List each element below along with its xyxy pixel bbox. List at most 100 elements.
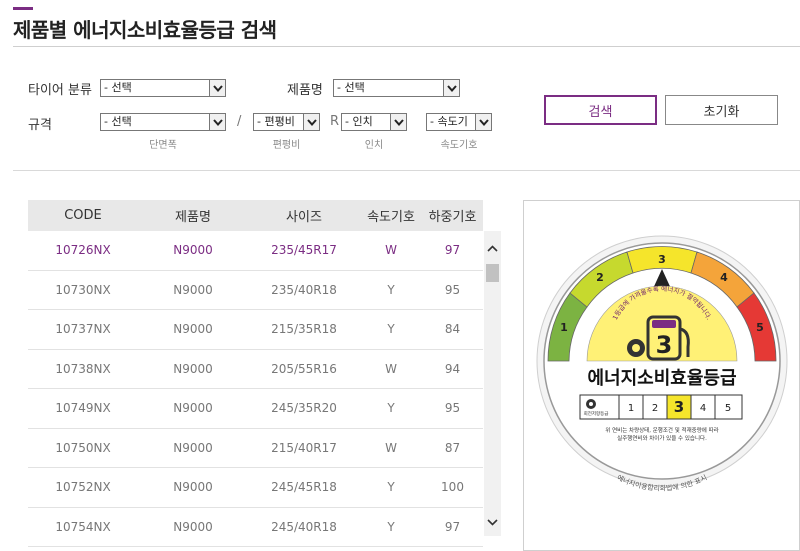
cell-load: 100: [441, 480, 464, 495]
table-row[interactable]: 10750NX N9000 215/40R17 W 87: [28, 429, 483, 468]
header-size[interactable]: 사이즈: [248, 200, 360, 231]
cell-code: 10749NX: [55, 401, 111, 416]
cell-speed: W: [385, 243, 397, 258]
table-row[interactable]: 10737NX N9000 215/35R18 Y 84: [28, 310, 483, 350]
product-name-select[interactable]: - 선택: [333, 79, 460, 97]
cell-code: 10730NX: [55, 282, 111, 297]
cell-speed: Y: [387, 401, 395, 416]
cell-load: 87: [444, 440, 461, 455]
scale-grade-4: 4: [700, 403, 706, 414]
speed-select-value: - 속도기: [430, 115, 468, 128]
scale-grade-2: 2: [652, 403, 658, 414]
header-load-index[interactable]: 하중기호: [422, 200, 483, 231]
table-scrollbar[interactable]: [484, 231, 501, 536]
chevron-down-icon: [475, 114, 491, 130]
chevron-down-icon: [303, 114, 319, 130]
energy-label-graphic: 1 2 3 4 5 1등급에 가까울수록 에너지가 절약됩니다. 3 에너지소비…: [536, 235, 788, 493]
r-separator: R: [330, 114, 340, 129]
cell-product-name: N9000: [173, 480, 213, 495]
width-select[interactable]: - 선택: [100, 113, 226, 131]
cell-speed: Y: [387, 519, 395, 534]
arc-grade-5: 5: [756, 321, 764, 334]
scale-grade-5: 5: [725, 403, 731, 414]
cell-size: 215/40R17: [271, 440, 337, 455]
cell-code: 10726NX: [55, 243, 111, 258]
header-product-name[interactable]: 제품명: [138, 200, 248, 231]
cell-speed: Y: [387, 480, 395, 495]
table-row[interactable]: 10730NX N9000 235/40R18 Y 95: [28, 271, 483, 310]
tire-class-select-value: - 선택: [104, 81, 132, 94]
width-caption: 단면폭: [149, 140, 177, 151]
slash-separator: /: [237, 114, 242, 129]
table-row[interactable]: 10726NX N9000 235/45R17 W 97: [28, 231, 483, 271]
cell-code: 10738NX: [55, 361, 111, 376]
cell-product-name: N9000: [173, 361, 213, 376]
reset-button[interactable]: 초기화: [665, 95, 778, 125]
tire-class-label: 타이어 분류: [28, 83, 92, 98]
cell-speed: W: [385, 440, 397, 455]
cell-load: 84: [444, 322, 461, 337]
product-name-select-value: - 선택: [337, 81, 365, 94]
chevron-down-icon: [209, 80, 225, 96]
tire-class-select[interactable]: - 선택: [100, 79, 226, 97]
speed-select[interactable]: - 속도기: [426, 113, 492, 131]
table-header: CODE 제품명 사이즈 속도기호 하중기호: [28, 200, 483, 231]
chevron-down-icon: [209, 114, 225, 130]
chevron-up-icon[interactable]: [484, 241, 501, 255]
cell-product-name: N9000: [173, 401, 213, 416]
scrollbar-thumb[interactable]: [486, 264, 499, 282]
cell-product-name: N9000: [173, 440, 213, 455]
aspect-select[interactable]: - 편평비: [253, 113, 320, 131]
cell-load: 97: [444, 519, 461, 534]
energy-label-title: 에너지소비효율등급: [587, 368, 736, 389]
header-speed-symbol[interactable]: 속도기호: [360, 200, 422, 231]
label-note-line1: 위 연비는 차량상태, 운행조건 및 적재중량에 따라: [605, 426, 718, 434]
results-table: CODE 제품명 사이즈 속도기호 하중기호 10726NX N9000 235…: [28, 200, 503, 551]
inch-select-value: - 인치: [345, 115, 373, 128]
cell-load: 95: [444, 401, 461, 416]
chevron-down-icon[interactable]: [484, 515, 501, 529]
cell-size: 215/35R18: [271, 322, 337, 337]
label-note-line2: 실주행연비와 차이가 있을 수 있습니다.: [617, 434, 707, 442]
cell-product-name: N9000: [173, 322, 213, 337]
cell-product-name: N9000: [173, 282, 213, 297]
arc-grade-2: 2: [596, 271, 604, 284]
inch-select[interactable]: - 인치: [341, 113, 407, 131]
cell-speed: Y: [387, 322, 395, 337]
page-title: 제품별 에너지소비효율등급 검색: [13, 18, 277, 42]
header-code[interactable]: CODE: [28, 200, 138, 231]
cell-speed: W: [385, 361, 397, 376]
grade-value: 3: [656, 331, 673, 359]
scale-prefix: 회전저항등급: [584, 410, 609, 417]
page-header: 제품별 에너지소비효율등급 검색: [0, 0, 800, 50]
cell-code: 10737NX: [55, 322, 111, 337]
cell-product-name: N9000: [173, 519, 213, 534]
table-row[interactable]: 10752NX N9000 245/45R18 Y 100: [28, 468, 483, 508]
cell-size: 245/45R18: [271, 480, 337, 495]
speed-caption: 속도기호: [440, 140, 478, 151]
arc-grade-1: 1: [560, 321, 568, 334]
cell-load: 97: [444, 243, 461, 258]
search-button[interactable]: 검색: [544, 95, 657, 125]
cell-code: 10754NX: [55, 519, 111, 534]
product-name-label: 제품명: [287, 83, 323, 98]
cell-size: 245/35R20: [271, 401, 337, 416]
arc-grade-3: 3: [658, 253, 666, 266]
cell-size: 205/55R16: [271, 361, 337, 376]
table-row[interactable]: 10749NX N9000 245/35R20 Y 95: [28, 389, 483, 429]
arc-grade-4: 4: [720, 271, 728, 284]
cell-speed: Y: [387, 282, 395, 297]
aspect-select-value: - 편평비: [257, 115, 295, 128]
cell-product-name: N9000: [173, 243, 213, 258]
cell-size: 235/45R17: [271, 243, 337, 258]
cell-code: 10750NX: [55, 440, 111, 455]
cell-size: 245/40R18: [271, 519, 337, 534]
scale-grade-3: 3: [674, 398, 684, 416]
table-row[interactable]: 10738NX N9000 205/55R16 W 94: [28, 350, 483, 389]
width-select-value: - 선택: [104, 115, 132, 128]
table-body: 10726NX N9000 235/45R17 W 97 10730NX N90…: [28, 231, 483, 547]
chevron-down-icon: [390, 114, 406, 130]
table-row[interactable]: 10754NX N9000 245/40R18 Y 97: [28, 508, 483, 547]
section-divider: [13, 170, 800, 171]
chevron-down-icon: [443, 80, 459, 96]
